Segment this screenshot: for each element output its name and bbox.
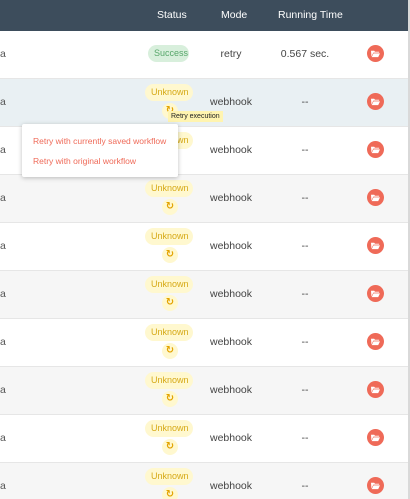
mode-cell: webhook xyxy=(209,384,253,396)
folder-open-icon xyxy=(371,386,380,394)
folder-open-icon xyxy=(371,146,380,154)
retry-button[interactable]: ↻ xyxy=(162,199,178,215)
table-row: a Unknown ↻ webhook -- xyxy=(0,175,410,223)
running-time-cell: -- xyxy=(301,432,309,444)
mode-cell: webhook xyxy=(209,432,253,444)
status-badge: Unknown xyxy=(145,84,193,101)
retry-original-workflow-option[interactable]: Retry with original workflow xyxy=(33,156,136,166)
header-running-time: Running Time xyxy=(278,9,343,21)
running-time-cell: -- xyxy=(301,288,309,300)
open-execution-button[interactable] xyxy=(367,141,384,158)
folder-open-icon xyxy=(371,50,380,58)
status-badge: Unknown xyxy=(145,420,193,437)
workflow-name-cell[interactable]: a xyxy=(0,48,6,60)
open-execution-button[interactable] xyxy=(367,429,384,446)
mode-cell: webhook xyxy=(209,240,253,252)
retry-button[interactable]: ↻ xyxy=(162,487,178,499)
workflow-name-cell[interactable]: a xyxy=(0,144,6,156)
mode-cell: webhook xyxy=(209,288,253,300)
mode-cell: webhook xyxy=(209,336,253,348)
refresh-icon: ↻ xyxy=(165,297,175,308)
open-execution-button[interactable] xyxy=(367,333,384,350)
mode-cell: webhook xyxy=(209,192,253,204)
retry-button[interactable]: ↻ xyxy=(162,391,178,407)
folder-open-icon xyxy=(371,338,380,346)
workflow-name-cell[interactable]: a xyxy=(0,336,6,348)
folder-open-icon xyxy=(371,242,380,250)
mode-cell: retry xyxy=(220,48,242,60)
mode-cell: webhook xyxy=(209,144,253,156)
status-badge: Unknown xyxy=(145,372,193,389)
refresh-icon: ↻ xyxy=(165,489,175,499)
running-time-cell: -- xyxy=(301,384,309,396)
workflow-name-cell[interactable]: a xyxy=(0,480,6,492)
retry-saved-workflow-option[interactable]: Retry with currently saved workflow xyxy=(33,136,166,146)
table-row: a Unknown ↻ webhook -- xyxy=(0,415,410,463)
table-row: a Unknown ↻ webhook -- xyxy=(0,271,410,319)
executions-list: Status Mode Running Time a Success retry 0.… xyxy=(0,0,410,499)
folder-open-icon xyxy=(371,98,380,106)
refresh-icon: ↻ xyxy=(165,345,175,356)
open-execution-button[interactable] xyxy=(367,381,384,398)
retry-button[interactable]: ↻ xyxy=(162,439,178,455)
table-header: Status Mode Running Time xyxy=(0,0,410,31)
workflow-name-cell[interactable]: a xyxy=(0,384,6,396)
status-badge: Unknown xyxy=(145,468,193,485)
running-time-cell: 0.567 sec. xyxy=(280,48,330,60)
open-execution-button[interactable] xyxy=(367,237,384,254)
running-time-cell: -- xyxy=(301,192,309,204)
running-time-cell: -- xyxy=(301,336,309,348)
refresh-icon: ↻ xyxy=(165,393,175,404)
mode-cell: webhook xyxy=(209,96,253,108)
table-row: a Unknown ↻ webhook -- xyxy=(0,367,410,415)
status-badge: Unknown xyxy=(145,180,193,197)
running-time-cell: -- xyxy=(301,96,309,108)
workflow-name-cell[interactable]: a xyxy=(0,192,6,204)
header-mode: Mode xyxy=(221,9,248,21)
folder-open-icon xyxy=(371,482,380,490)
retry-button[interactable]: ↻ xyxy=(162,247,178,263)
retry-button[interactable]: ↻ xyxy=(162,295,178,311)
open-execution-button[interactable] xyxy=(367,285,384,302)
status-badge: Success xyxy=(148,45,189,62)
refresh-icon: ↻ xyxy=(165,441,175,452)
running-time-cell: -- xyxy=(301,144,309,156)
folder-open-icon xyxy=(371,194,380,202)
status-badge: Unknown xyxy=(145,276,193,293)
open-execution-button[interactable] xyxy=(367,477,384,494)
status-badge: Unknown xyxy=(145,324,193,341)
retry-tooltip: Retry execution xyxy=(168,111,223,122)
open-execution-button[interactable] xyxy=(367,189,384,206)
mode-cell: webhook xyxy=(209,480,253,492)
folder-open-icon xyxy=(371,434,380,442)
running-time-cell: -- xyxy=(301,480,309,492)
refresh-icon: ↻ xyxy=(165,249,175,260)
workflow-name-cell[interactable]: a xyxy=(0,432,6,444)
folder-open-icon xyxy=(371,290,380,298)
retry-button[interactable]: ↻ xyxy=(162,343,178,359)
running-time-cell: -- xyxy=(301,240,309,252)
open-execution-button[interactable] xyxy=(367,45,384,62)
header-status: Status xyxy=(157,9,187,21)
table-row: a Unknown ↻ webhook -- xyxy=(0,319,410,367)
table-row: a Unknown ↻ webhook -- xyxy=(0,223,410,271)
refresh-icon: ↻ xyxy=(165,201,175,212)
workflow-name-cell[interactable]: a xyxy=(0,96,6,108)
workflow-name-cell[interactable]: a xyxy=(0,288,6,300)
status-badge: Unknown xyxy=(145,228,193,245)
retry-menu: Retry with currently saved workflow Retr… xyxy=(22,124,178,177)
open-execution-button[interactable] xyxy=(367,93,384,110)
table-row: a Unknown ↻ webhook -- xyxy=(0,463,410,499)
table-row: a Success retry 0.567 sec. xyxy=(0,31,410,79)
workflow-name-cell[interactable]: a xyxy=(0,240,6,252)
